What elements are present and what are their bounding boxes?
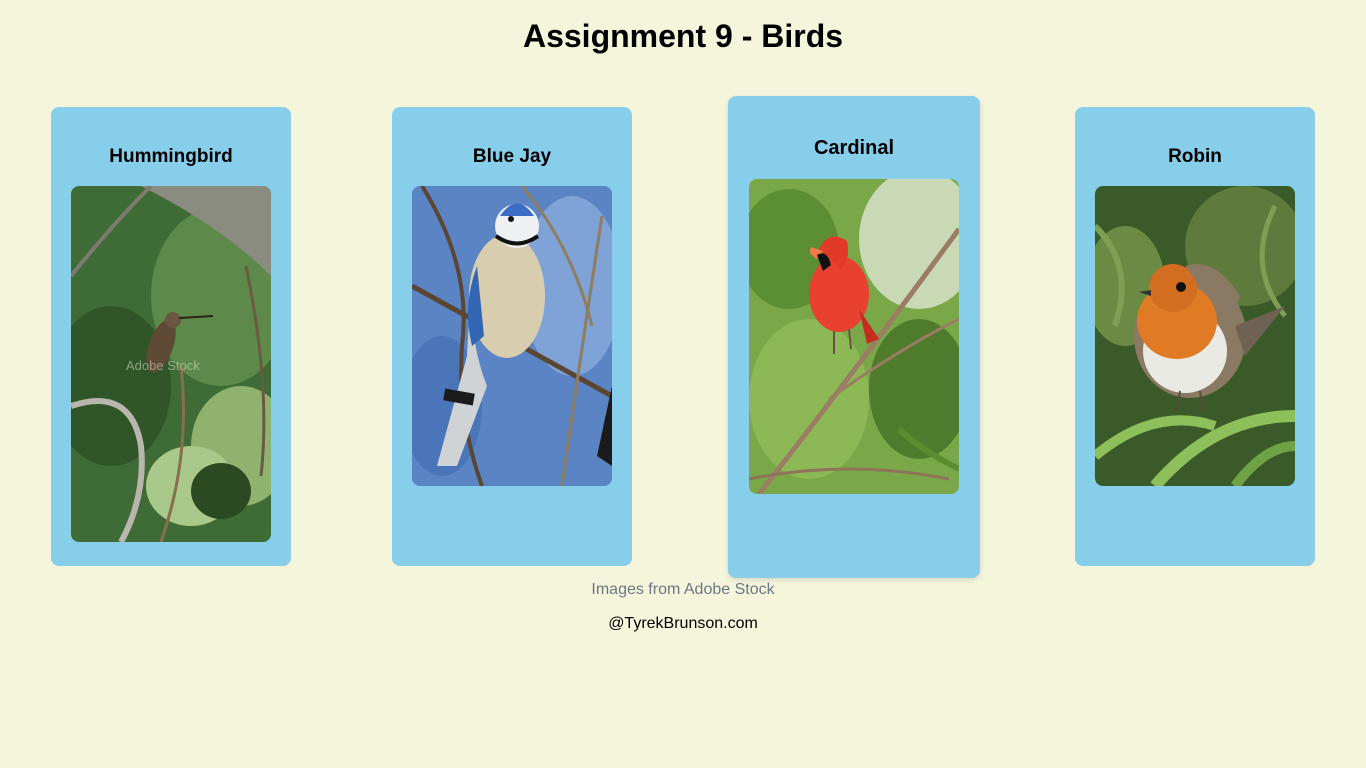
bird-name-robin: Robin (1168, 146, 1222, 167)
bird-name-blue-jay: Blue Jay (472, 146, 552, 167)
bird-card-hummingbird: Hummingbird Adobe Stock (51, 107, 291, 566)
page-title: Assignment 9 - Birds (522, 18, 844, 54)
bird-card-robin: Robin (1075, 107, 1315, 566)
bird-card-cardinal: Cardinal (728, 96, 980, 578)
image-credit: Images from Adobe Stock (591, 581, 775, 598)
bird-card-blue-jay: Blue Jay (392, 107, 632, 566)
cardinal-photo (749, 179, 959, 494)
blue-jay-photo (412, 186, 612, 486)
site-credit: @TyrekBrunson.com (608, 615, 758, 632)
bird-name-hummingbird: Hummingbird (109, 146, 233, 167)
adobe-stock-watermark: Adobe Stock (126, 358, 200, 373)
bird-name-cardinal: Cardinal (813, 137, 895, 159)
hummingbird-photo: Adobe Stock (71, 186, 271, 542)
robin-photo (1095, 186, 1295, 486)
